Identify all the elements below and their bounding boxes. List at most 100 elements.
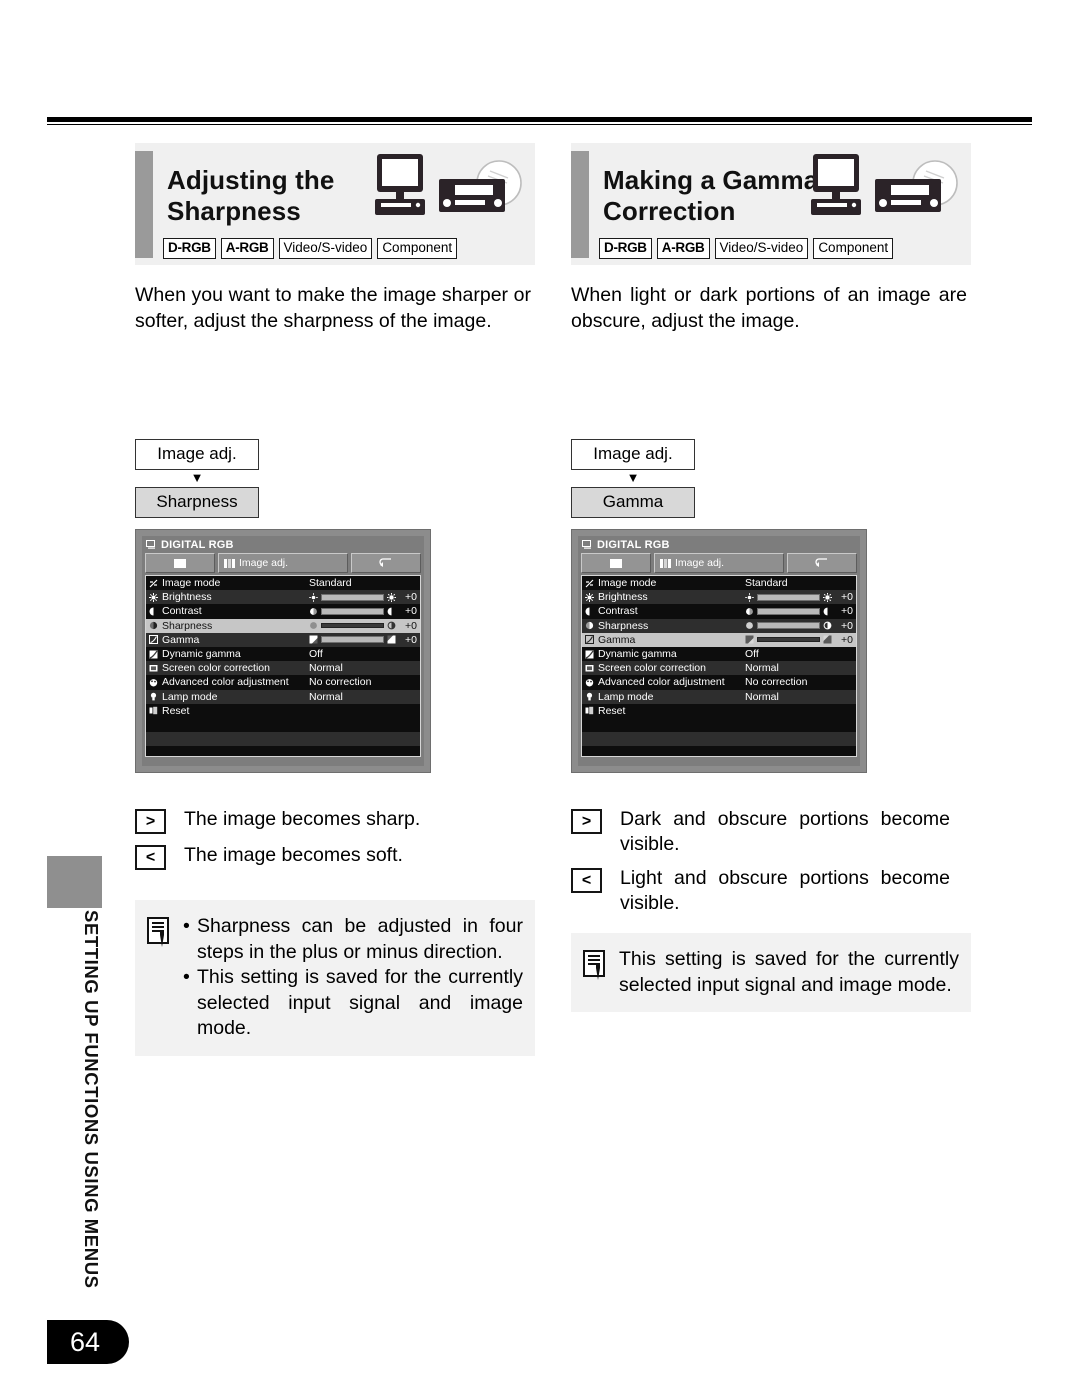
intro-paragraph: When light or dark portions of an image … bbox=[571, 284, 967, 332]
osd-row-slider[interactable]: +0 bbox=[745, 605, 853, 617]
osd-row-label: Dynamic gamma bbox=[598, 648, 677, 661]
gamma-low-icon bbox=[309, 635, 318, 644]
osd-row-contrast[interactable]: Contrast +0 bbox=[146, 604, 420, 619]
osd-panel: DIGITAL RGB Image adj. Image mode Standa… bbox=[142, 536, 424, 766]
key-left-button[interactable]: < bbox=[135, 845, 166, 870]
osd-row-slider[interactable]: +0 bbox=[309, 591, 417, 603]
key-left-button[interactable]: < bbox=[571, 868, 602, 893]
sharpness-low-icon bbox=[746, 622, 753, 630]
osd-row-slider[interactable]: +0 bbox=[745, 634, 853, 646]
osd-row-gamma[interactable]: Gamma +0 bbox=[582, 632, 856, 647]
signal-tag-component: Component bbox=[813, 238, 894, 259]
osd-row-label: Screen color correction bbox=[598, 662, 706, 675]
osd-row-advanced-color-adjustment[interactable]: Advanced color adjustment No correction bbox=[582, 675, 856, 690]
osd-row-reset[interactable]: Reset bbox=[146, 703, 420, 718]
contrast-icon bbox=[585, 607, 590, 616]
device-icons bbox=[807, 151, 967, 221]
brightness-large-icon bbox=[823, 592, 832, 602]
note-content: This setting is saved for the currently … bbox=[619, 947, 959, 998]
key-instructions: > Dark and obscure portions become visib… bbox=[571, 807, 971, 925]
osd-row-gamma[interactable]: Gamma +0 bbox=[146, 632, 420, 647]
gamma-high-icon bbox=[823, 635, 832, 644]
bullet-dot-icon: • bbox=[183, 966, 190, 988]
note-box: This setting is saved for the currently … bbox=[571, 933, 971, 1012]
osd-screenshot: DIGITAL RGB Image adj. Image mode Standa… bbox=[571, 529, 867, 773]
device-icon-group bbox=[811, 154, 958, 215]
osd-row-brightness[interactable]: Brightness +0 bbox=[146, 590, 420, 605]
osd-row-dynamic-gamma[interactable]: Dynamic gamma Off bbox=[582, 646, 856, 662]
osd-row-dynamic-gamma[interactable]: Dynamic gamma Off bbox=[146, 646, 420, 662]
key-right-button[interactable]: > bbox=[135, 809, 166, 834]
osd-row-screen-color-correction[interactable]: Screen color correction Normal bbox=[582, 661, 856, 676]
brightness-icon bbox=[585, 592, 594, 602]
osd-tab-row: Image adj. bbox=[142, 553, 424, 573]
breadcrumb-parent: Image adj. bbox=[135, 439, 259, 470]
contrast-high-icon bbox=[387, 607, 392, 616]
gamma-icon bbox=[585, 635, 594, 645]
slider-bar bbox=[321, 593, 384, 601]
osd-empty-row bbox=[146, 732, 420, 747]
note-content: • Sharpness can be adjusted in four step… bbox=[183, 914, 523, 1042]
osd-row-sharpness[interactable]: Sharpness +0 bbox=[146, 618, 420, 633]
osd-row-sharpness[interactable]: Sharpness +0 bbox=[582, 618, 856, 633]
gamma-high-icon bbox=[387, 635, 396, 644]
osd-row-lamp-mode[interactable]: Lamp mode Normal bbox=[146, 689, 420, 704]
osd-tab-label: Image adj. bbox=[239, 557, 289, 569]
page-number: 64 bbox=[47, 1320, 129, 1364]
sharpness-icon bbox=[149, 622, 158, 630]
osd-row-brightness[interactable]: Brightness +0 bbox=[582, 590, 856, 605]
osd-row-value: Normal bbox=[745, 662, 779, 675]
osd-row-advanced-color-adjustment[interactable]: Advanced color adjustment No correction bbox=[146, 675, 420, 690]
key-instruction-row: > Dark and obscure portions become visib… bbox=[571, 807, 971, 857]
osd-panel: DIGITAL RGB Image adj. Image mode Standa… bbox=[578, 536, 860, 766]
osd-row-value: Standard bbox=[745, 577, 788, 590]
osd-tab-display[interactable] bbox=[581, 553, 651, 573]
chapter-label: SETTING UP FUNCTIONS USING MENUS bbox=[81, 910, 102, 1289]
osd-row-reset[interactable]: Reset bbox=[582, 703, 856, 718]
osd-row-label: Gamma bbox=[598, 633, 636, 646]
image-adj-icon bbox=[224, 558, 235, 568]
osd-row-slider[interactable]: +0 bbox=[745, 620, 853, 632]
signal-tag-a-rgb: A-RGB bbox=[220, 238, 274, 259]
osd-screenshot: DIGITAL RGB Image adj. Image mode Standa… bbox=[135, 529, 431, 773]
osd-row-image-mode[interactable]: Image mode Standard bbox=[146, 576, 420, 591]
osd-row-image-mode[interactable]: Image mode Standard bbox=[582, 576, 856, 591]
key-instructions: > The image becomes sharp. < The image b… bbox=[135, 807, 535, 879]
osd-row-contrast[interactable]: Contrast +0 bbox=[582, 604, 856, 619]
slider-bar bbox=[757, 607, 820, 615]
header-accent-bar bbox=[135, 151, 153, 258]
osd-row-slider[interactable]: +0 bbox=[309, 620, 417, 632]
device-icons bbox=[371, 151, 531, 221]
reset-icon bbox=[585, 707, 594, 715]
osd-row-slider[interactable]: +0 bbox=[309, 634, 417, 646]
osd-row-screen-color-correction[interactable]: Screen color correction Normal bbox=[146, 661, 420, 676]
osd-tab-display[interactable] bbox=[145, 553, 215, 573]
osd-tab-return[interactable] bbox=[787, 553, 857, 573]
note-box: • Sharpness can be adjusted in four step… bbox=[135, 900, 535, 1056]
osd-tab-image-adj[interactable]: Image adj. bbox=[218, 553, 348, 573]
screen-icon bbox=[610, 558, 622, 568]
reset-icon bbox=[149, 707, 158, 715]
brightness-small-icon bbox=[309, 593, 318, 602]
breadcrumb-parent: Image adj. bbox=[571, 439, 695, 470]
breadcrumb-child: Sharpness bbox=[135, 487, 259, 518]
osd-tab-row: Image adj. bbox=[578, 553, 860, 573]
osd-row-label: Image mode bbox=[598, 577, 657, 590]
screen-color-icon bbox=[149, 664, 158, 672]
signal-tag-d-rgb: D-RGB bbox=[163, 238, 216, 259]
osd-row-lamp-mode[interactable]: Lamp mode Normal bbox=[582, 689, 856, 704]
slider-bar bbox=[321, 607, 384, 615]
key-right-button[interactable]: > bbox=[571, 809, 602, 834]
osd-tab-image-adj[interactable]: Image adj. bbox=[654, 553, 784, 573]
breadcrumb: Image adj. ▼ Sharpness bbox=[135, 439, 259, 518]
key-instruction-text: The image becomes sharp. bbox=[184, 808, 421, 830]
osd-tab-return[interactable] bbox=[351, 553, 421, 573]
memo-pen-icon bbox=[147, 917, 173, 948]
osd-row-slider[interactable]: +0 bbox=[309, 605, 417, 617]
osd-row-value: Normal bbox=[745, 690, 779, 703]
osd-row-slider[interactable]: +0 bbox=[745, 591, 853, 603]
note-bullet: • Sharpness can be adjusted in four step… bbox=[183, 914, 523, 965]
osd-row-label: Screen color correction bbox=[162, 662, 270, 675]
bullet-dot-icon: • bbox=[183, 915, 190, 937]
osd-empty-row bbox=[146, 746, 420, 756]
